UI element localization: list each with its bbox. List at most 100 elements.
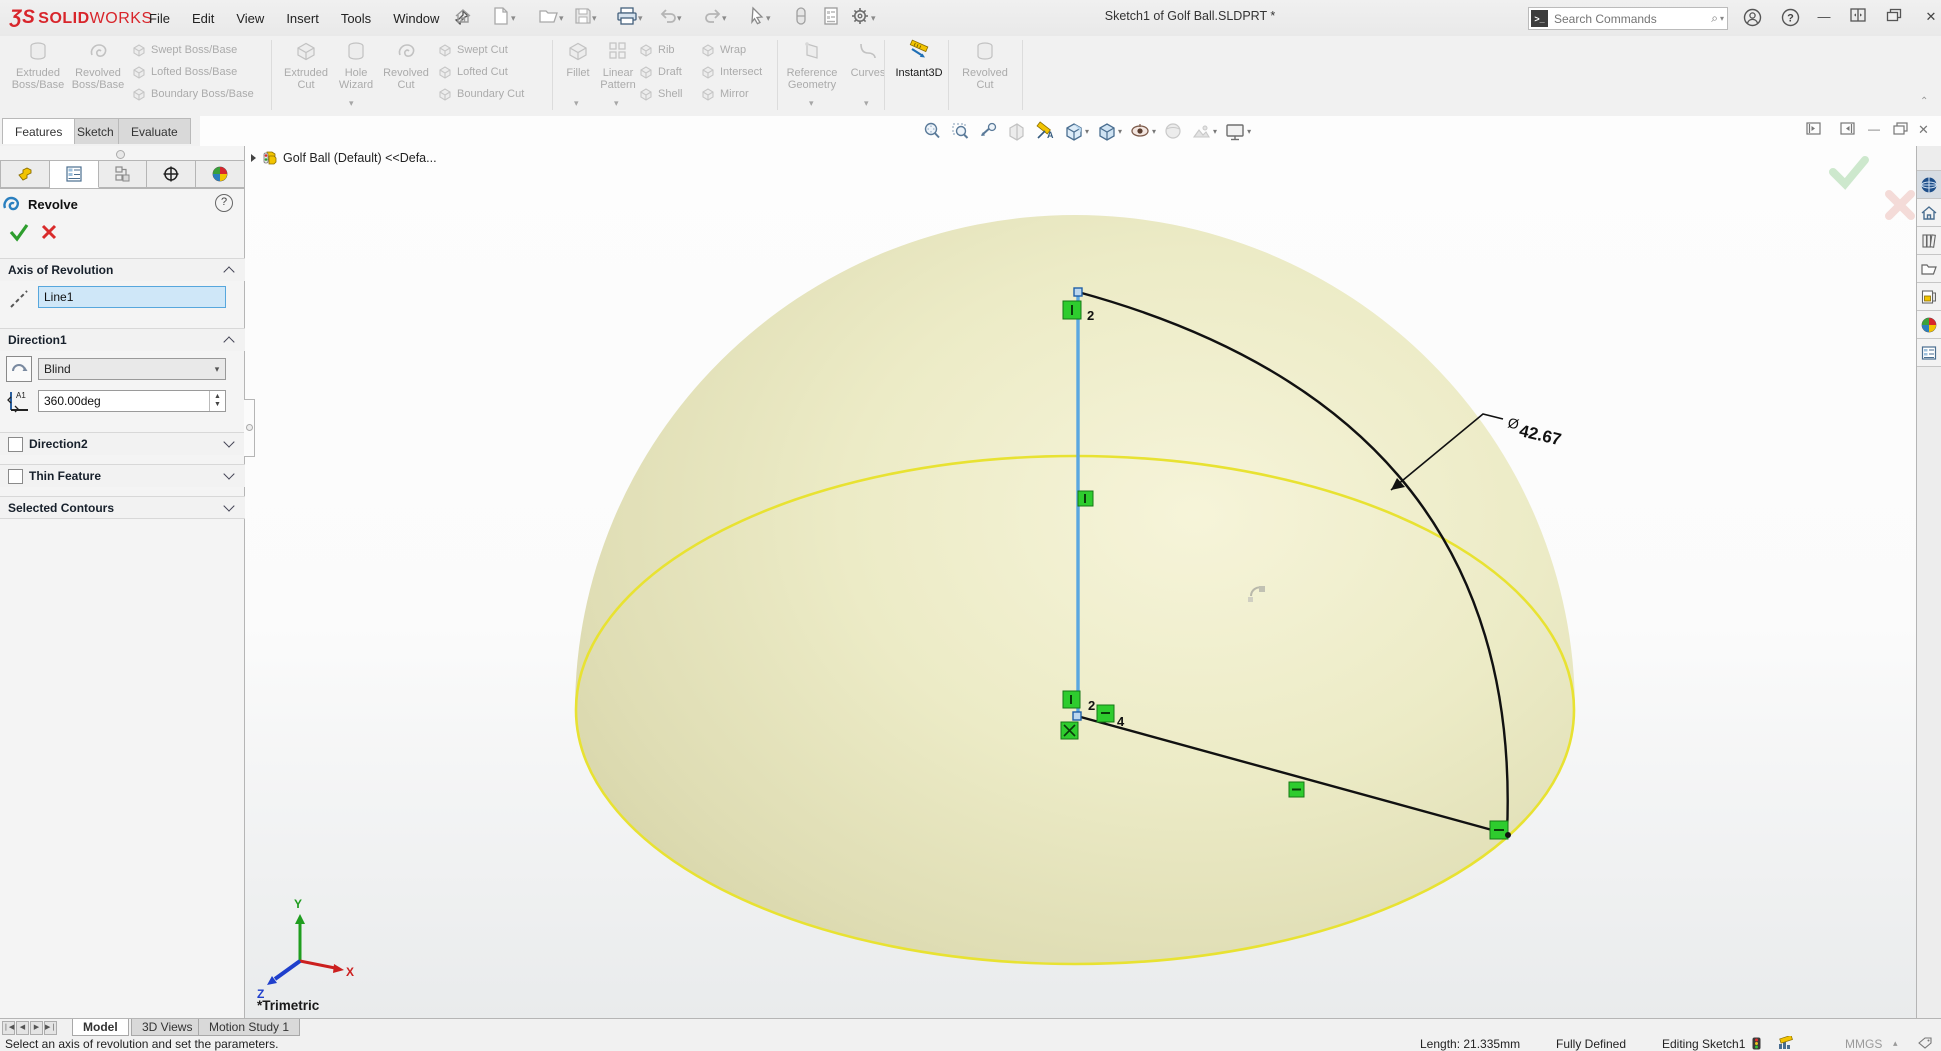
panel-collapse-handle[interactable] xyxy=(244,399,255,457)
pane-left-icon[interactable] xyxy=(1806,122,1821,138)
sketch-status-icon[interactable] xyxy=(1778,1036,1795,1051)
reverse-direction-button[interactable] xyxy=(6,356,32,382)
menu-file[interactable]: File xyxy=(138,7,181,30)
new-dropdown-icon[interactable]: ▾ xyxy=(511,13,516,24)
dimension-text[interactable]: Ø 42.67 xyxy=(1505,414,1564,449)
expand-chevron-icon[interactable] xyxy=(223,500,234,511)
configuration-manager-tab[interactable] xyxy=(99,160,148,188)
hide-show-items-icon[interactable]: ▾ xyxy=(1127,120,1158,143)
axis-selection-field[interactable] xyxy=(38,286,226,308)
panel-splitter-handle[interactable] xyxy=(116,150,125,159)
save-dropdown-icon[interactable]: ▾ xyxy=(592,13,597,24)
reference-geometry-dropdown-icon[interactable]: ▾ xyxy=(809,98,814,109)
dimxpert-manager-tab[interactable] xyxy=(147,160,196,188)
previous-view-icon[interactable] xyxy=(976,120,1001,143)
section-view-icon[interactable] xyxy=(1004,120,1029,143)
view-settings-dropdown-icon[interactable]: ▾ xyxy=(1247,127,1251,136)
menu-edit[interactable]: Edit xyxy=(181,7,225,30)
custom-properties-tab[interactable] xyxy=(1917,339,1941,367)
vertical-constraint-marker[interactable] xyxy=(1063,301,1081,319)
expand-chevron-icon[interactable] xyxy=(223,468,234,479)
doc-close-icon[interactable]: ✕ xyxy=(1918,122,1929,138)
pane-right-icon[interactable] xyxy=(1840,122,1855,138)
curves-dropdown-icon[interactable]: ▾ xyxy=(864,98,869,109)
spinner-arrows[interactable]: ▲▼ xyxy=(209,391,225,411)
restore-button[interactable] xyxy=(1884,8,1904,26)
tab-model[interactable]: Model xyxy=(72,1019,129,1036)
revolved-cut-button[interactable]: RevolvedCut xyxy=(376,39,436,91)
menu-insert[interactable]: Insert xyxy=(275,7,330,30)
mirror-button[interactable]: Mirror xyxy=(700,84,749,104)
view-settings-icon[interactable]: ▾ xyxy=(1222,120,1253,143)
fillet-dropdown-icon[interactable]: ▾ xyxy=(574,98,579,109)
sketch-point-center[interactable] xyxy=(1073,712,1081,720)
property-manager-tab[interactable] xyxy=(50,160,99,188)
rebuild-button[interactable] xyxy=(794,6,818,30)
swept-boss-button[interactable]: Swept Boss/Base xyxy=(131,40,237,60)
hole-wizard-dropdown-icon[interactable]: ▾ xyxy=(349,98,354,109)
draft-button[interactable]: Draft xyxy=(638,62,682,82)
next-tab-button[interactable]: ▶ xyxy=(30,1021,43,1035)
thin-feature-checkbox[interactable] xyxy=(8,469,23,484)
tab-evaluate[interactable]: Evaluate xyxy=(118,118,191,144)
coincident-constraint-marker[interactable] xyxy=(1061,722,1078,739)
undo-dropdown-icon[interactable]: ▾ xyxy=(677,13,682,24)
feature-tree-root-label[interactable]: Golf Ball (Default) <<Defa... xyxy=(283,151,437,165)
doc-minimize-icon[interactable]: — xyxy=(1868,122,1880,136)
collapse-chevron-icon[interactable] xyxy=(223,336,234,347)
display-manager-tab[interactable] xyxy=(196,160,245,188)
horizontal-constraint-marker[interactable] xyxy=(1097,705,1114,722)
search-input[interactable] xyxy=(1552,11,1711,27)
pm-ok-button[interactable] xyxy=(8,222,30,242)
design-library-tab[interactable] xyxy=(1917,227,1941,255)
feature-tree-root[interactable]: Golf Ball (Default) <<Defa... xyxy=(251,149,437,166)
confirm-ok-button[interactable] xyxy=(1827,154,1871,190)
axis-selection-input[interactable] xyxy=(39,287,225,307)
view-orientation-icon[interactable]: ▾ xyxy=(1061,120,1091,143)
feature-manager-tab[interactable] xyxy=(0,160,50,188)
zoom-area-icon[interactable] xyxy=(948,120,973,143)
revolved-boss-button[interactable]: RevolvedBoss/Base xyxy=(68,39,128,91)
ribbon-collapse-icon[interactable]: ⌃ xyxy=(1920,96,1928,107)
edit-appearance-icon[interactable] xyxy=(1161,120,1186,143)
minimize-button[interactable]: — xyxy=(1814,8,1834,26)
collapse-chevron-icon[interactable] xyxy=(223,266,234,277)
view-orientation-dropdown-icon[interactable]: ▾ xyxy=(1085,127,1089,136)
intersect-button[interactable]: Intersect xyxy=(700,62,762,82)
hide-show-dropdown-icon[interactable]: ▾ xyxy=(1152,127,1156,136)
reference-geometry-button[interactable]: ReferenceGeometry xyxy=(782,39,842,91)
horizontal-constraint-marker[interactable] xyxy=(1289,782,1304,797)
units-dropdown-icon[interactable]: ▴ xyxy=(1893,1038,1898,1049)
sw-resources-tab[interactable] xyxy=(1917,171,1941,199)
menu-tools[interactable]: Tools xyxy=(330,7,382,30)
selected-contours-header[interactable]: Selected Contours xyxy=(0,496,245,519)
search-dropdown-icon[interactable]: ▾ xyxy=(1720,14,1724,23)
menu-view[interactable]: View xyxy=(225,7,275,30)
sketch-point-top[interactable] xyxy=(1074,288,1082,296)
vertical-constraint-marker[interactable] xyxy=(1063,691,1080,708)
tag-icon[interactable] xyxy=(1917,1036,1933,1051)
model-canvas[interactable]: Ø 42.67 2 2 4 xyxy=(245,146,1916,1018)
vertical-constraint-marker[interactable] xyxy=(1078,491,1093,506)
redo-dropdown-icon[interactable]: ▾ xyxy=(722,13,727,24)
view-palette-tab[interactable] xyxy=(1917,283,1941,311)
axis-of-revolution-header[interactable]: Axis of Revolution xyxy=(0,258,245,281)
revolved-cut-duplicate-button[interactable]: RevolvedCut xyxy=(955,39,1015,91)
appearances-tab[interactable] xyxy=(1917,311,1941,339)
rib-button[interactable]: Rib xyxy=(638,40,675,60)
lofted-boss-button[interactable]: Lofted Boss/Base xyxy=(131,62,237,82)
open-dropdown-icon[interactable]: ▾ xyxy=(559,13,564,24)
direction2-checkbox[interactable] xyxy=(8,437,23,452)
thin-feature-header[interactable]: Thin Feature xyxy=(0,464,245,487)
zoom-fit-icon[interactable] xyxy=(920,120,945,143)
pm-cancel-button[interactable] xyxy=(40,223,58,241)
tab-features[interactable]: Features xyxy=(2,118,75,144)
shell-button[interactable]: Shell xyxy=(638,84,682,104)
tab-3d-views[interactable]: 3D Views xyxy=(131,1019,203,1036)
help-icon[interactable]: ? xyxy=(1780,8,1800,26)
linear-pattern-dropdown-icon[interactable]: ▾ xyxy=(614,98,619,109)
print-button[interactable] xyxy=(616,6,640,30)
end-condition-dropdown[interactable]: Blind▾ xyxy=(38,358,226,380)
swept-cut-button[interactable]: Swept Cut xyxy=(437,40,508,60)
instant3d-button[interactable]: Instant3D xyxy=(889,39,949,79)
